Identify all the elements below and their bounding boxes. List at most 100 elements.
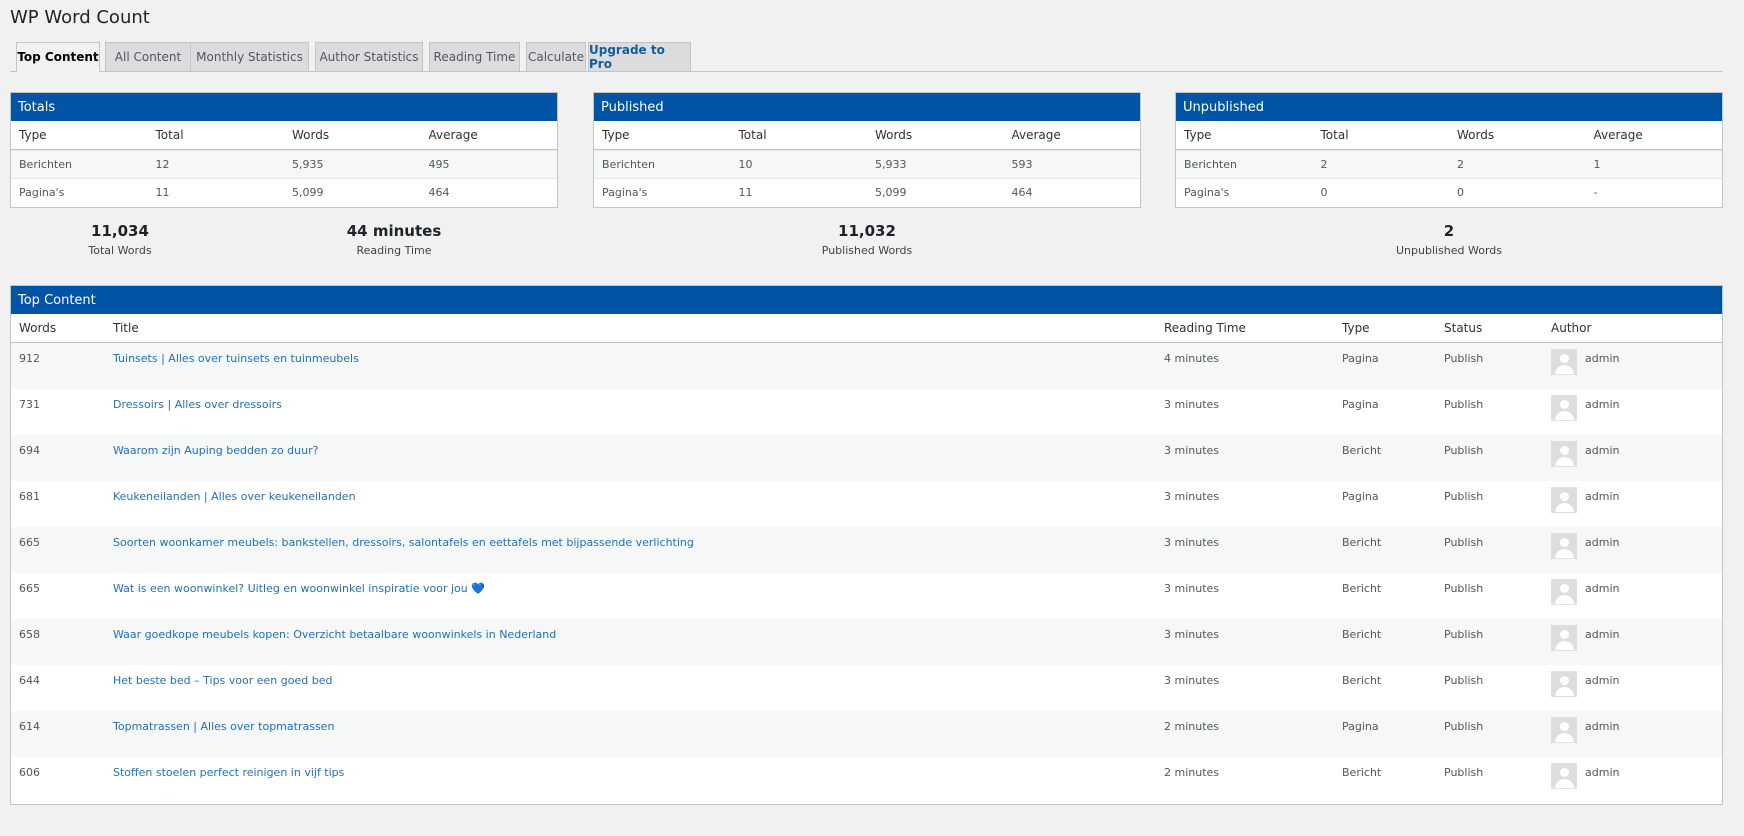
top-content-rows: 912 Tuinsets | Alles over tuinsets en tui… (11, 343, 1722, 803)
cell-status: Publish (1444, 490, 1484, 503)
cell-words: 2 (1457, 158, 1464, 171)
cell-reading-time: 3 minutes (1164, 490, 1220, 503)
tab-monthly-statistics[interactable]: Monthly Statistics (190, 42, 309, 72)
cell-words: 5,099 (875, 186, 907, 199)
cell-type: Berichten (602, 158, 655, 171)
cell-total: 11 (155, 186, 170, 199)
cell-total: 2 (1320, 158, 1328, 171)
column-header-title: Title (113, 321, 139, 335)
column-header-total: Total (738, 128, 767, 142)
unpublished-box: Unpublished Type Total Words Average Ber… (1175, 92, 1723, 208)
post-title-link[interactable]: Het beste bed – Tips voor een goed bed (113, 674, 332, 687)
author-name: admin (1585, 398, 1620, 411)
cell-type: Pagina's (602, 186, 648, 199)
cell-title: Topmatrassen | Alles over topmatrassen (113, 720, 1164, 733)
table-row: 644 Het beste bed – Tips voor een goed be… (11, 665, 1722, 711)
cell-author: admin (1551, 395, 1722, 421)
column-header-average: Average (1011, 128, 1061, 142)
cell-words: 614 (19, 720, 40, 733)
cell-status: Publish (1444, 628, 1484, 641)
cell-total: 0 (1320, 186, 1328, 199)
unpublished-words-value: 2 (1443, 222, 1455, 240)
published-words-summary: 11,032 Published Words (797, 222, 937, 257)
cell-title: Stoffen stoelen perfect reinigen in vijf… (113, 766, 1164, 779)
cell-type: Bericht (1342, 628, 1382, 641)
totals-header: Totals (11, 93, 557, 121)
post-title-link[interactable]: Waarom zijn Auping bedden zo duur? (113, 444, 318, 457)
cell-type: Pagina (1342, 398, 1379, 411)
cell-status: Publish (1444, 674, 1484, 687)
post-title-link[interactable]: Keukeneilanden | Alles over keukeneiland… (113, 490, 356, 503)
cell-type: Pagina (1342, 720, 1379, 733)
cell-title: Keukeneilanden | Alles over keukeneiland… (113, 490, 1164, 503)
tab-upgrade-to-pro[interactable]: Upgrade to Pro (588, 42, 691, 72)
reading-time-summary: 44 minutes Reading Time (324, 222, 464, 257)
column-header-type: Type (1184, 128, 1212, 142)
post-title-link[interactable]: Waar goedkope meubels kopen: Overzicht b… (113, 628, 556, 641)
post-title-link[interactable]: Tuinsets | Alles over tuinsets en tuinme… (113, 352, 359, 365)
cell-average: - (1593, 186, 1598, 199)
cell-status: Publish (1444, 398, 1484, 411)
cell-words: 731 (19, 398, 40, 411)
cell-type: Bericht (1342, 674, 1382, 687)
post-title-link[interactable]: Dressoirs | Alles over dressoirs (113, 398, 282, 411)
column-header-words: Words (875, 128, 913, 142)
tab-author-statistics[interactable]: Author Statistics (315, 42, 423, 72)
column-header-words: Words (292, 128, 330, 142)
author-name: admin (1585, 536, 1620, 549)
avatar (1551, 717, 1577, 743)
author-name: admin (1585, 444, 1620, 457)
tab-calculate[interactable]: Calculate (526, 42, 586, 72)
cell-title: Het beste bed – Tips voor een goed bed (113, 674, 1164, 687)
cell-words: 5,099 (292, 186, 324, 199)
author-name: admin (1585, 582, 1620, 595)
cell-words: 665 (19, 536, 40, 549)
cell-type: Pagina's (1184, 186, 1230, 199)
column-header-total: Total (155, 128, 184, 142)
reading-time-value: 44 minutes (346, 222, 442, 240)
post-title-link[interactable]: Wat is een woonwinkel? Uitleg en woonwin… (113, 582, 485, 595)
cell-author: admin (1551, 763, 1722, 789)
cell-total: 10 (738, 158, 753, 171)
cell-author: admin (1551, 487, 1722, 513)
table-row: Berichten 12 5,935 495 (11, 150, 557, 178)
column-header-reading-time: Reading Time (1164, 321, 1246, 335)
author-name: admin (1585, 720, 1620, 733)
cell-author: admin (1551, 349, 1722, 375)
tab-all-content[interactable]: All Content (105, 42, 191, 72)
cell-type: Bericht (1342, 536, 1382, 549)
cell-status: Publish (1444, 720, 1484, 733)
cell-status: Publish (1444, 582, 1484, 595)
total-words-summary: 11,034 Total Words (60, 222, 180, 257)
table-row: Berichten 10 5,933 593 (594, 150, 1140, 178)
avatar (1551, 395, 1577, 421)
avatar (1551, 625, 1577, 651)
cell-type: Pagina's (19, 186, 65, 199)
unpublished-column-headers: Type Total Words Average (1176, 121, 1722, 150)
post-title-link[interactable]: Stoffen stoelen perfect reinigen in vijf… (113, 766, 344, 779)
unpublished-header: Unpublished (1176, 93, 1722, 121)
cell-total: 12 (155, 158, 170, 171)
cell-title: Dressoirs | Alles over dressoirs (113, 398, 1164, 411)
avatar (1551, 533, 1577, 559)
table-row: 731 Dressoirs | Alles over dressoirs 3 min… (11, 389, 1722, 435)
cell-words: 681 (19, 490, 40, 503)
cell-author: admin (1551, 579, 1722, 605)
post-title-link[interactable]: Soorten woonkamer meubels: bankstellen, … (113, 536, 694, 549)
tab-top-content[interactable]: Top Content (16, 42, 100, 72)
cell-words: 5,935 (292, 158, 324, 171)
avatar (1551, 349, 1577, 375)
column-header-words: Words (1457, 128, 1495, 142)
published-column-headers: Type Total Words Average (594, 121, 1140, 150)
totals-box: Totals Type Total Words Average Berichte… (10, 92, 558, 208)
cell-average: 495 (428, 158, 450, 171)
cell-status: Publish (1444, 352, 1484, 365)
column-header-total: Total (1320, 128, 1349, 142)
unpublished-words-summary: 2 Unpublished Words (1379, 222, 1519, 257)
column-header-status: Status (1444, 321, 1483, 335)
cell-total: 11 (738, 186, 753, 199)
cell-words: 665 (19, 582, 40, 595)
post-title-link[interactable]: Topmatrassen | Alles over topmatrassen (113, 720, 334, 733)
tab-reading-time[interactable]: Reading Time (429, 42, 520, 72)
total-words-label: Total Words (88, 244, 152, 257)
